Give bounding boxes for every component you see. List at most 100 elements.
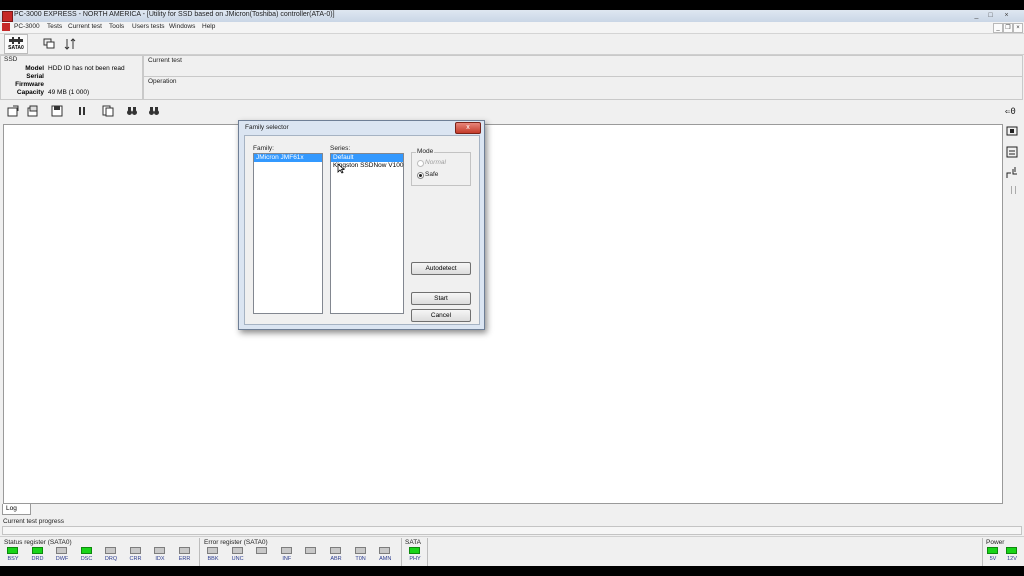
right-tool-3-button[interactable]: [1003, 144, 1021, 160]
status-led-label: DRQ: [104, 556, 118, 562]
ssd-section-label: SSD: [4, 56, 18, 63]
reset-icon: [1006, 146, 1018, 158]
copy-icon: [102, 105, 114, 116]
windows-icon: [43, 38, 55, 48]
status-led-dsc: [80, 547, 92, 554]
log-toolbar: [0, 100, 1000, 122]
menu-help[interactable]: Help: [202, 23, 215, 30]
autodetect-button[interactable]: Autodetect: [411, 262, 471, 275]
load-log-button[interactable]: [24, 102, 42, 119]
pause-button[interactable]: [73, 102, 91, 119]
right-tool-4-button[interactable]: [1003, 165, 1021, 181]
cancel-button[interactable]: Cancel: [411, 309, 471, 322]
power-led-12v: [1006, 547, 1017, 554]
error-led-label: T0N: [355, 556, 366, 562]
status-led-drd: [31, 547, 43, 554]
error-led-amn: [379, 547, 391, 554]
mdi-app-icon: [2, 23, 10, 31]
transfer-tool-button[interactable]: [61, 35, 79, 52]
operation-label: Operation: [148, 78, 177, 85]
status-led-label: IDX: [155, 556, 165, 562]
family-item[interactable]: JMicron JMF61x: [254, 154, 322, 162]
family-list[interactable]: JMicron JMF61x: [253, 153, 323, 314]
maximize-button[interactable]: □: [986, 11, 995, 20]
current-test-label: Current test: [148, 57, 182, 64]
model-value: HDD ID has not been read: [48, 65, 125, 72]
family-label: Family:: [253, 145, 274, 152]
error-led-inf: [280, 547, 292, 554]
error-led-label: UNC: [231, 556, 244, 562]
family-selector-dialog: Family selector x Family: JMicron JMF61x…: [238, 120, 485, 330]
menu-tests[interactable]: Tests: [47, 23, 62, 30]
app-window: PC-3000 EXPRESS - NORTH AMERICA - [Utili…: [0, 10, 1024, 566]
mode-safe-label: Safe: [425, 171, 439, 178]
status-led-label: ERR: [178, 556, 191, 562]
menu-current-test[interactable]: Current test: [68, 23, 102, 30]
error-led-label: AMN: [379, 556, 392, 562]
series-label: Series:: [330, 145, 351, 152]
copy-button[interactable]: [99, 102, 117, 119]
minimize-button[interactable]: _: [972, 11, 981, 20]
start-button[interactable]: Start: [411, 292, 471, 305]
error-register-label: Error register (SATA0): [204, 539, 268, 546]
menu-windows[interactable]: Windows: [169, 23, 195, 30]
power-led-label: 5V: [989, 556, 997, 562]
binoculars-next-icon: [149, 106, 159, 115]
mdi-minimize-button[interactable]: _: [993, 23, 1003, 33]
power-led-label: 12V: [1007, 556, 1017, 562]
right-tool-2-button[interactable]: [1003, 123, 1021, 139]
separator: [401, 538, 402, 566]
mdi-close-button[interactable]: ×: [1013, 23, 1023, 33]
windows-tool-button[interactable]: [40, 35, 58, 52]
log-workspace[interactable]: [3, 124, 1003, 504]
status-led-label: BSY: [7, 556, 19, 562]
mode-label: Mode: [416, 148, 435, 155]
status-led-label: DRD: [31, 556, 44, 562]
mode-normal-label: Normal: [425, 159, 446, 166]
status-led-dwf: [56, 547, 67, 554]
mode-normal-radio[interactable]: [417, 160, 424, 167]
dialog-body: Family: JMicron JMF61x Series: Default K…: [244, 135, 480, 325]
series-list[interactable]: Default Kingston SSDNow V100: [330, 153, 404, 314]
capacity-label: Capacity: [16, 89, 44, 96]
right-tool-1-button[interactable]: ⇐0: [1003, 102, 1021, 118]
error-led-t0n: [354, 547, 366, 554]
data-io-icon: ⇐0: [1005, 107, 1016, 116]
status-led-label: CRR: [129, 556, 142, 562]
progress-label: Current test progress: [3, 518, 65, 525]
app-logo-icon: [2, 11, 13, 22]
status-led-drq: [105, 547, 116, 554]
separator: [199, 538, 200, 566]
chip-icon: [1006, 126, 1018, 136]
tab-log[interactable]: Log: [2, 504, 31, 515]
open-log-button[interactable]: [4, 102, 22, 119]
status-bar: Status register (SATA0) BSY DRD DWF DSC DRQ C…: [0, 536, 1024, 566]
right-toolbar-grip[interactable]: [1011, 186, 1016, 194]
series-item-default[interactable]: Default: [331, 154, 403, 162]
dialog-close-button[interactable]: x: [455, 122, 481, 134]
power-plug-icon: [1006, 167, 1017, 178]
firmware-label: Firmware: [15, 81, 44, 88]
error-led-unc: [231, 547, 243, 554]
error-led-blank-2: [256, 547, 268, 554]
close-button[interactable]: ×: [1002, 11, 1011, 20]
error-led-label: BBK: [207, 556, 219, 562]
save-log-button[interactable]: [48, 102, 66, 119]
find-button[interactable]: [123, 102, 141, 119]
pause-icon: [79, 106, 85, 115]
ssd-info-panel: SSD Model HDD ID has not been read Seria…: [0, 55, 143, 100]
menu-tools[interactable]: Tools: [109, 23, 124, 30]
sata0-port-button[interactable]: SATA0: [4, 34, 28, 54]
mdi-restore-button[interactable]: ❐: [1003, 23, 1013, 33]
operation-panel: Operation: [143, 76, 1023, 100]
binoculars-icon: [127, 106, 137, 115]
find-next-button[interactable]: [145, 102, 163, 119]
menu-users-tests[interactable]: Users tests: [132, 23, 165, 30]
status-led-crr: [129, 547, 141, 554]
mode-safe-radio[interactable]: [417, 172, 424, 179]
mouse-cursor-icon: [337, 163, 345, 174]
mode-group: Mode Normal Safe: [411, 148, 471, 186]
progress-bar: [2, 526, 1022, 535]
menu-pc3000[interactable]: PC-3000: [14, 23, 40, 30]
model-label: Model: [25, 65, 44, 72]
